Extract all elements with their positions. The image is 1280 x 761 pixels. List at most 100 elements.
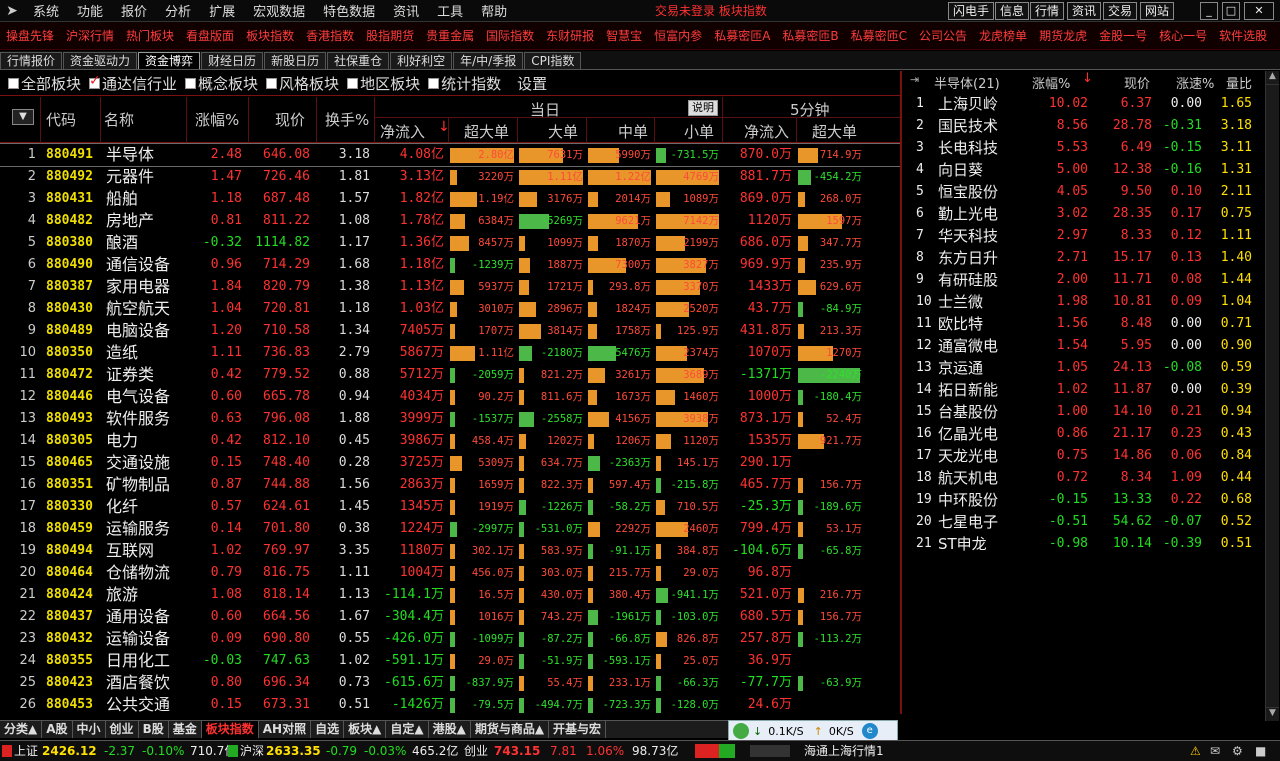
stock-row[interactable]: 2 国民技术 8.56 28.78 -0.31 3.18 (902, 115, 1280, 137)
col-r-speed[interactable]: 涨速% (1176, 73, 1214, 92)
stock-row[interactable]: 5 恒宝股份 4.05 9.50 0.10 2.11 (902, 181, 1280, 203)
pin-icon[interactable]: ⇥ (910, 73, 919, 86)
func-tab-4[interactable]: 新股日历 (264, 52, 327, 69)
bottom-tab-7[interactable]: AH对照 (259, 721, 312, 738)
flash-trade-button[interactable]: 闪电手 (948, 2, 995, 20)
filter-checkbox[interactable] (266, 77, 278, 89)
mail-icon[interactable]: ✉ (1210, 741, 1220, 761)
stock-row[interactable]: 20 七星电子 -0.51 54.62 -0.07 0.52 (902, 511, 1280, 533)
col-r-volume-ratio[interactable]: 量比 (1226, 73, 1252, 92)
col-net-inflow-5m[interactable]: 净流入 (744, 121, 789, 142)
stock-row[interactable]: 9 有研硅股 2.00 11.71 0.08 1.44 (902, 269, 1280, 291)
col-m-order[interactable]: 中单 (618, 121, 648, 142)
stock-row[interactable]: 14 拓日新能 1.02 11.87 0.00 0.39 (902, 379, 1280, 401)
table-row[interactable]: 18 880459 运输服务 0.14 701.80 0.38 1224万 799.4万 -29… (0, 518, 900, 540)
toolbar-item-6[interactable]: 股指期货 (360, 27, 420, 44)
table-row[interactable]: 2 880492 元器件 1.47 726.46 1.81 3.13亿 881.7万 3220万… (0, 166, 900, 188)
bottom-tab-2[interactable]: 中小 (73, 721, 106, 738)
stock-row[interactable]: 19 中环股份 -0.15 13.33 0.22 0.68 (902, 489, 1280, 511)
stock-row[interactable]: 11 欧比特 1.56 8.48 0.00 0.71 (902, 313, 1280, 335)
func-tab-8[interactable]: CPI指数 (524, 52, 582, 69)
toolbar-item-12[interactable]: 私募密匝A (708, 27, 776, 44)
col-l-order[interactable]: 大单 (548, 121, 578, 142)
col-xl-order[interactable]: 超大单 (464, 121, 509, 142)
table-row[interactable]: 13 880493 软件服务 0.63 796.08 1.88 3999万 873.1万 -15… (0, 408, 900, 430)
toolbar-item-1[interactable]: 沪深行情 (60, 27, 120, 44)
filter-option-5[interactable]: 统计指数 (428, 73, 501, 94)
filter-option-0[interactable]: 全部板块 (8, 73, 81, 94)
table-row[interactable]: 20 880464 仓储物流 0.79 816.75 1.11 1004万 96.8万 456.… (0, 562, 900, 584)
menu-macro[interactable]: 宏观数据 (244, 1, 314, 20)
sh-label[interactable]: 上证 (14, 741, 38, 761)
func-tab-7[interactable]: 年/中/季报 (453, 52, 524, 69)
col-net-inflow[interactable]: 净流入 (380, 121, 425, 142)
stock-row[interactable]: 3 长电科技 5.53 6.49 -0.15 3.11 (902, 137, 1280, 159)
col-pct[interactable]: 涨幅% (195, 109, 239, 130)
news-button[interactable]: 资讯 (1067, 2, 1102, 20)
table-row[interactable]: 12 880446 电气设备 0.60 665.78 0.94 4034万 1000万 90.2… (0, 386, 900, 408)
toolbar-item-16[interactable]: 龙虎榜单 (973, 27, 1033, 44)
table-row[interactable]: 21 880424 旅游 1.08 818.14 1.13 -114.1万 521.0万 16.… (0, 584, 900, 606)
toolbar-item-8[interactable]: 国际指数 (480, 27, 540, 44)
table-row[interactable]: 7 880387 家用电器 1.84 820.79 1.38 1.13亿 1433万 5937万… (0, 276, 900, 298)
table-row[interactable]: 1 880491 半导体 2.48 646.08 3.18 4.08亿 870.0万 2.80亿… (0, 143, 901, 167)
bottom-tab-3[interactable]: 创业 (106, 721, 139, 738)
filter-option-1[interactable]: 通达信行业 (89, 73, 177, 94)
toolbar-item-18[interactable]: 金股一号 (1093, 27, 1153, 44)
col-turnover[interactable]: 换手% (325, 109, 369, 130)
stock-row[interactable]: 12 通富微电 1.54 5.95 0.00 0.90 (902, 335, 1280, 357)
bottom-tab-8[interactable]: 自选 (311, 721, 345, 738)
stock-row[interactable]: 15 台基股份 1.00 14.10 0.21 0.94 (902, 401, 1280, 423)
toolbar-item-19[interactable]: 核心一号 (1153, 27, 1213, 44)
table-row[interactable]: 15 880465 交通设施 0.15 748.40 0.28 3725万 290.1万 530… (0, 452, 900, 474)
table-row[interactable]: 3 880431 船舶 1.18 687.48 1.57 1.82亿 869.0万 1.19亿 3… (0, 188, 900, 210)
table-row[interactable]: 19 880494 互联网 1.02 769.97 3.35 1180万 -104.6万 302… (0, 540, 900, 562)
table-row[interactable]: 16 880351 矿物制品 0.87 744.88 1.56 2863万 465.7万 165… (0, 474, 900, 496)
table-row[interactable]: 14 880305 电力 0.42 812.10 0.45 3986万 1535万 458.4万… (0, 430, 900, 452)
toolbar-item-4[interactable]: 板块指数 (240, 27, 300, 44)
stock-row[interactable]: 8 东方日升 2.71 15.17 0.13 1.40 (902, 247, 1280, 269)
hs-label[interactable]: 沪深 (240, 741, 264, 761)
menu-quote[interactable]: 报价 (112, 1, 156, 20)
toolbar-item-14[interactable]: 私募密匝C (845, 27, 913, 44)
menu-function[interactable]: 功能 (68, 1, 112, 20)
explain-button[interactable]: 说明 (688, 100, 718, 116)
scroll-down-icon[interactable]: ▼ (1266, 707, 1279, 721)
func-tab-6[interactable]: 利好利空 (390, 52, 453, 69)
func-tab-1[interactable]: 资金驱动力 (63, 52, 138, 69)
col-r-pct[interactable]: 涨幅% (1032, 73, 1070, 92)
stock-row[interactable]: 6 勤上光电 3.02 28.35 0.17 0.75 (902, 203, 1280, 225)
bottom-tab-9[interactable]: 板块▲ (344, 721, 387, 738)
col-xl-order-5m[interactable]: 超大单 (812, 121, 857, 142)
stock-row[interactable]: 10 士兰微 1.98 10.81 0.09 1.04 (902, 291, 1280, 313)
toolbar-item-7[interactable]: 贵重金属 (420, 27, 480, 44)
table-row[interactable]: 26 880453 公共交通 0.15 673.31 0.51 -1426万 24.6万 -79… (0, 694, 900, 716)
market-button[interactable]: 行情 (1030, 2, 1065, 20)
filter-checkbox[interactable] (8, 77, 19, 89)
stock-row[interactable]: 4 向日葵 5.00 12.38 -0.16 1.31 (902, 159, 1280, 181)
table-row[interactable]: 10 880350 造纸 1.11 736.83 2.79 5867万 1070万 1.11亿 -… (0, 342, 900, 364)
filter-checkbox[interactable] (428, 77, 440, 89)
table-row[interactable]: 8 880430 航空航天 1.04 720.81 1.18 1.03亿 43.7万 3010万… (0, 298, 900, 320)
func-tab-3[interactable]: 财经日历 (201, 52, 264, 69)
filter-checkbox[interactable] (347, 77, 359, 89)
column-menu-icon[interactable]: ▼ (12, 109, 34, 125)
table-row[interactable]: 22 880437 通用设备 0.60 664.56 1.67 -304.4万 680.5万 1… (0, 606, 900, 628)
toolbar-item-13[interactable]: 私募密匝B (776, 27, 844, 44)
toolbar-item-5[interactable]: 香港指数 (300, 27, 360, 44)
bottom-tab-4[interactable]: B股 (139, 721, 169, 738)
menu-extend[interactable]: 扩展 (200, 1, 244, 20)
info-button[interactable]: 信息 (995, 2, 1030, 20)
stock-row[interactable]: 21 ST申龙 -0.98 10.14 -0.39 0.51 (902, 533, 1280, 555)
menu-analysis[interactable]: 分析 (156, 1, 200, 20)
toolbar-item-2[interactable]: 热门板块 (120, 27, 180, 44)
stock-row[interactable]: 1 上海贝岭 10.02 6.37 0.00 1.65 (902, 93, 1280, 115)
table-row[interactable]: 5 880380 酿酒 -0.32 1114.82 1.17 1.36亿 686.0万 8457… (0, 232, 900, 254)
toolbar-item-10[interactable]: 智慧宝 (600, 27, 648, 44)
filter-option-3[interactable]: 风格板块 (266, 73, 339, 94)
menu-help[interactable]: 帮助 (472, 1, 516, 20)
browser-icon[interactable]: e (861, 723, 878, 739)
table-row[interactable]: 4 880482 房地产 0.81 811.22 1.08 1.78亿 1120万 6384万 -… (0, 210, 900, 232)
settings-link[interactable]: 设置 (517, 73, 547, 94)
menu-news[interactable]: 资讯 (384, 1, 428, 20)
